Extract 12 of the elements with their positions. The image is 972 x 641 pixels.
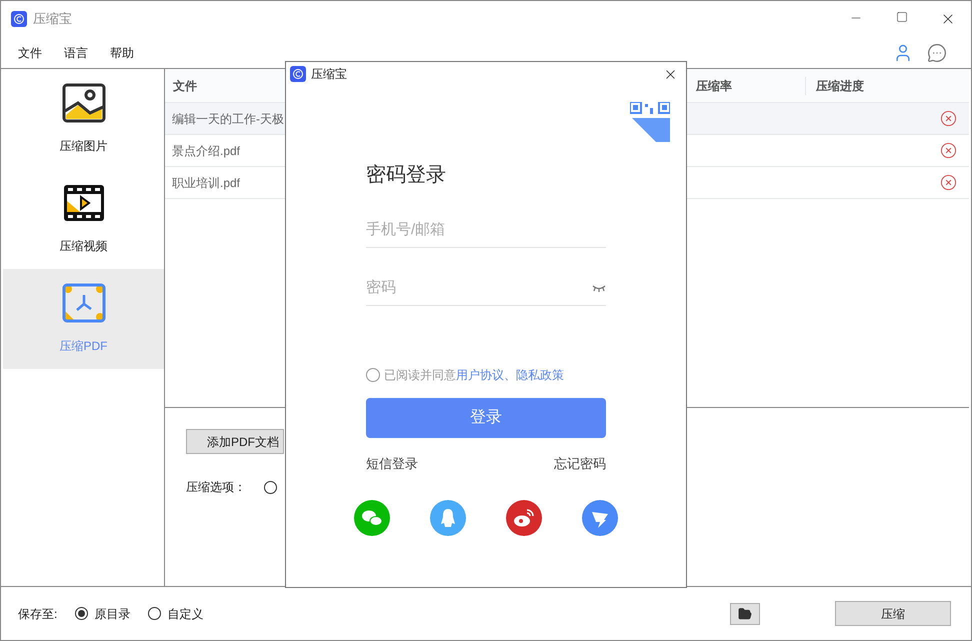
column-header: 文件 [172, 78, 198, 94]
radio-label: 原目录 [94, 606, 130, 622]
window-title: 压缩宝 [33, 10, 72, 28]
file-name: 编辑一天的工作-天极 [171, 110, 284, 128]
dialog-title: 压缩宝 [311, 66, 347, 83]
agreement-text: 已阅读并同意用户协议、隐私政策 [384, 367, 564, 384]
file-name: 职业培训.pdf [171, 174, 240, 192]
save-to-label: 保存至: [18, 606, 58, 622]
column-header: 压缩进度 [805, 76, 925, 94]
file-name: 景点介绍.pdf [171, 142, 240, 160]
options-label: 压缩选项： [186, 479, 246, 496]
radio-label: 自定义 [167, 606, 204, 622]
